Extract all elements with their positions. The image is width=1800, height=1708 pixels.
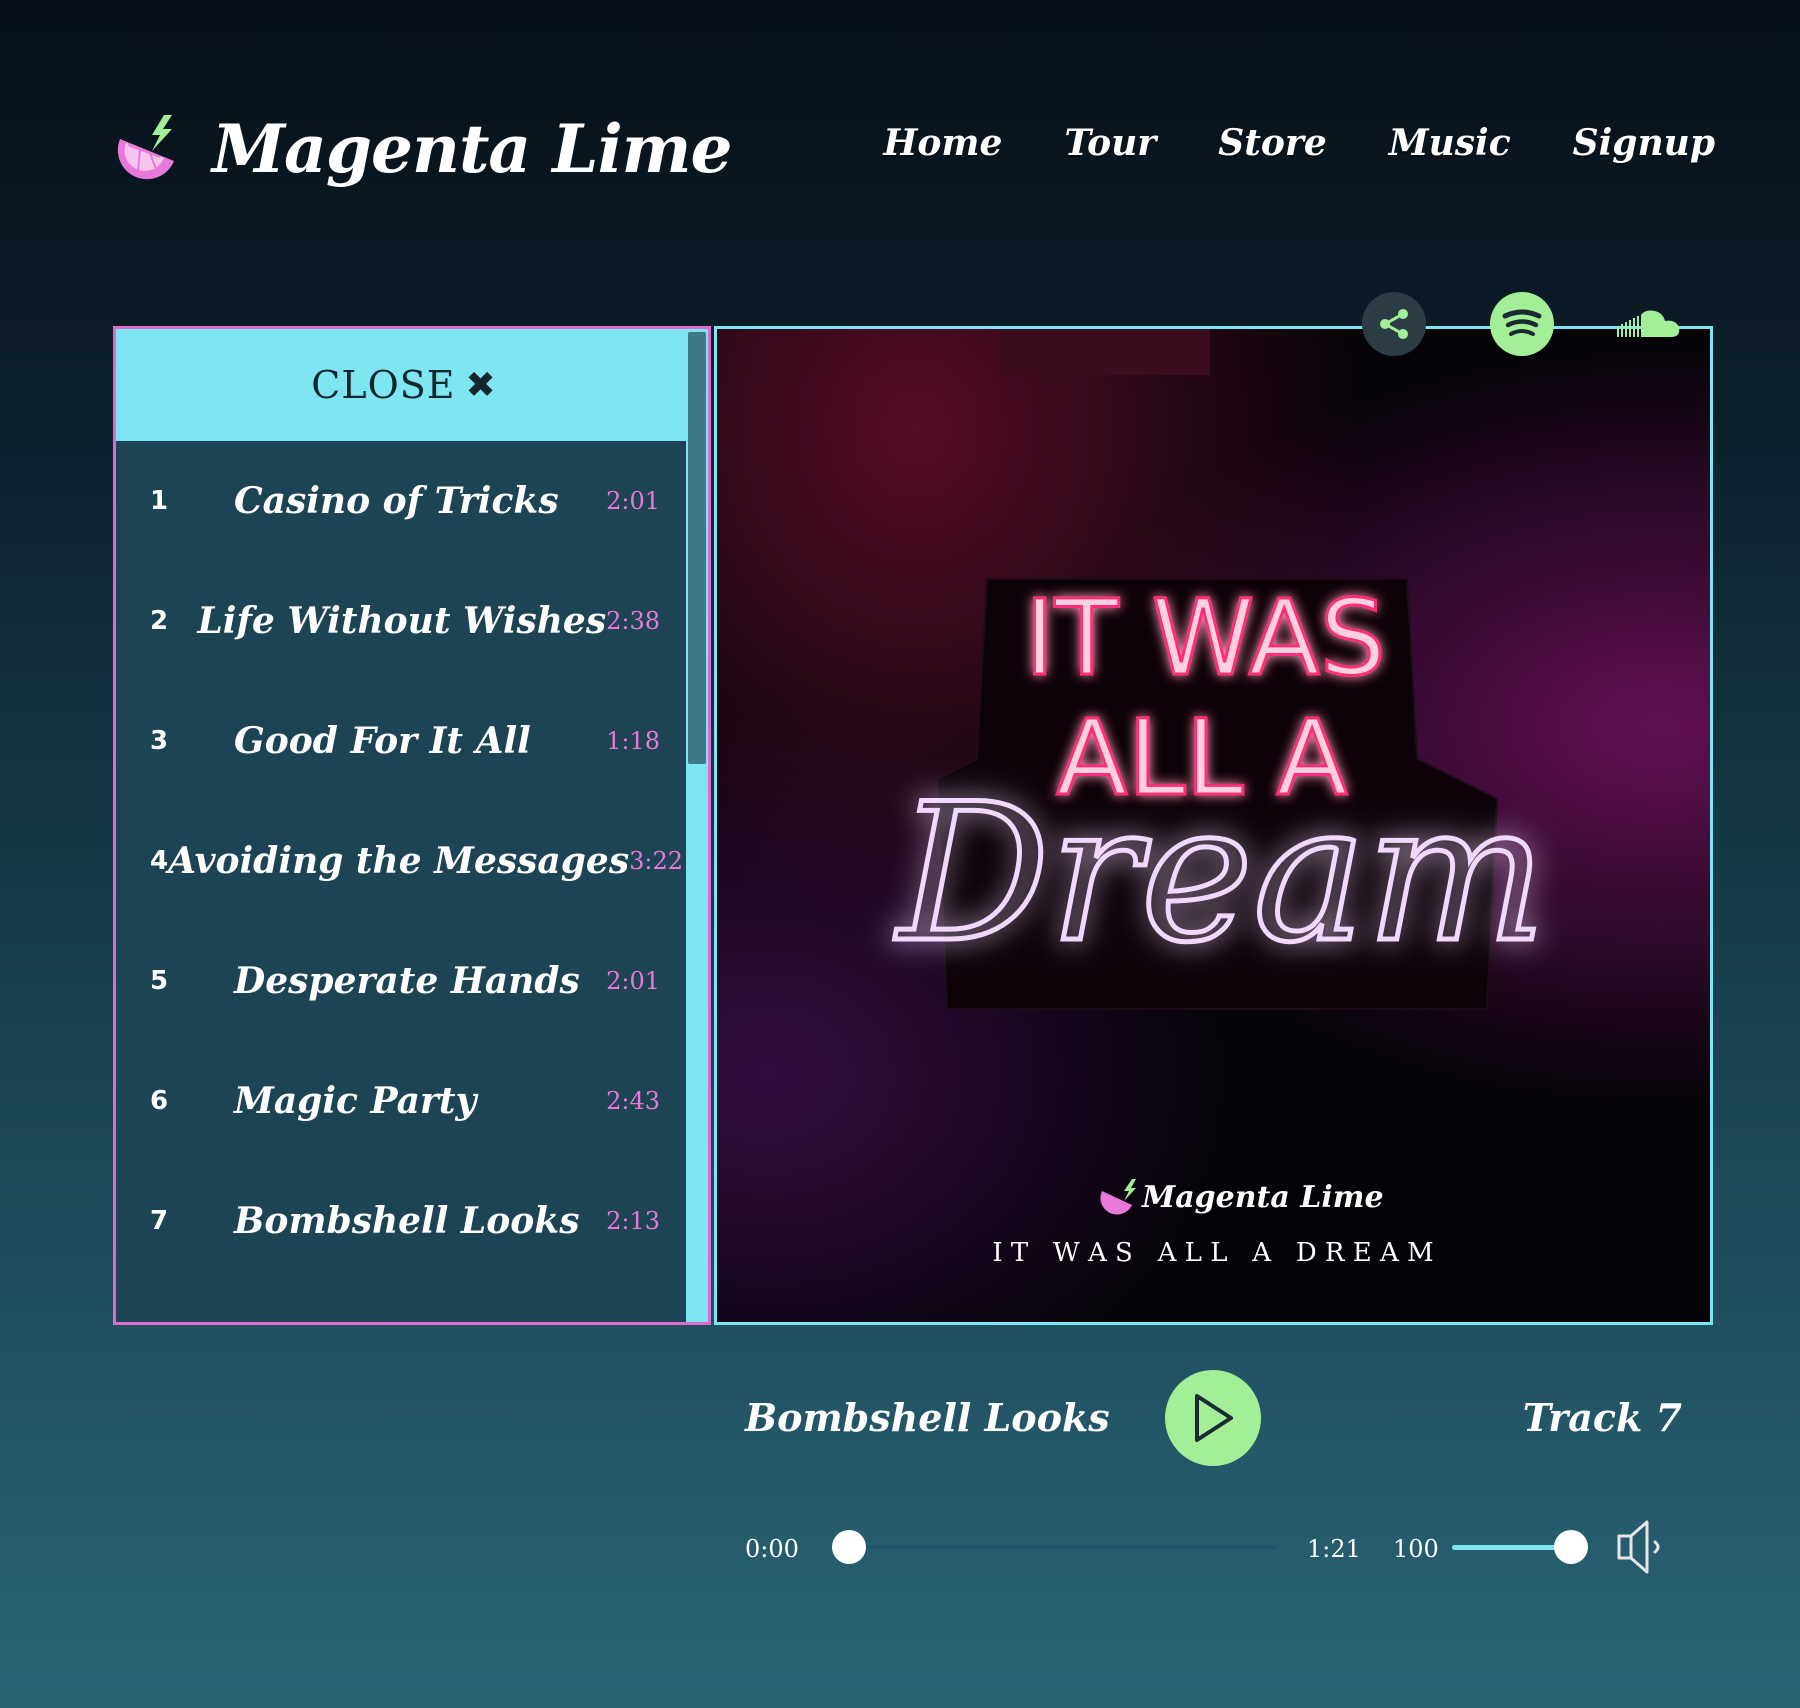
track-row-1[interactable]: 1 Casino of Tricks 2:01 bbox=[116, 441, 692, 561]
track-row-2[interactable]: 2 Life Without Wishes 2:38 bbox=[116, 561, 692, 681]
volume-value: 100 bbox=[1393, 1535, 1439, 1563]
nav-tour[interactable]: Tour bbox=[1064, 122, 1156, 164]
close-label: CLOSE bbox=[311, 363, 456, 407]
sign-line-1: IT WAS bbox=[1024, 577, 1386, 699]
play-button[interactable] bbox=[1165, 1370, 1261, 1466]
spotify-icon bbox=[1502, 309, 1542, 336]
track-row-4[interactable]: 4 Avoiding the Messages 3:22 bbox=[116, 801, 692, 921]
track-duration: 2:43 bbox=[606, 1087, 660, 1115]
track-number: 5 bbox=[150, 966, 169, 996]
track-title: Casino of Tricks bbox=[234, 480, 559, 522]
share-icon bbox=[1380, 309, 1408, 339]
close-x-icon: ✖ bbox=[465, 364, 497, 406]
volume-handle[interactable] bbox=[1554, 1530, 1588, 1564]
time-current: 0:00 bbox=[745, 1535, 799, 1563]
playlist-panel: CLOSE ✖ 1 Casino of Tricks 2:01 2 Life W… bbox=[113, 326, 711, 1325]
track-duration: 2:01 bbox=[606, 487, 660, 515]
seek-slider[interactable] bbox=[832, 1530, 1277, 1564]
track-number: 2 bbox=[150, 606, 169, 636]
nav-home[interactable]: Home bbox=[883, 122, 1002, 164]
track-row-7[interactable]: 7 Bombshell Looks 2:13 bbox=[116, 1161, 692, 1281]
track-title: Good For It All bbox=[234, 720, 531, 762]
sign-line-3: Dream bbox=[894, 763, 1546, 984]
album-brand-logo-icon bbox=[1100, 1179, 1136, 1215]
time-total: 1:21 bbox=[1307, 1535, 1361, 1563]
play-icon bbox=[1195, 1394, 1233, 1442]
track-duration: 3:22 bbox=[629, 847, 684, 875]
album-art: IT WAS ALL A Dream Magenta Lime I T W A … bbox=[714, 326, 1713, 1325]
track-row-5[interactable]: 5 Desperate Hands 2:01 bbox=[116, 921, 692, 1041]
track-duration: 2:01 bbox=[606, 967, 660, 995]
speaker-icon bbox=[1617, 1520, 1660, 1574]
scrollbar-thumb[interactable] bbox=[688, 332, 706, 764]
playlist-scrollbar[interactable] bbox=[686, 329, 708, 1322]
nav-store[interactable]: Store bbox=[1218, 122, 1327, 164]
seek-handle[interactable] bbox=[832, 1530, 866, 1564]
track-title: Bombshell Looks bbox=[234, 1200, 580, 1242]
track-number-label: Track 7 bbox=[1522, 1395, 1682, 1440]
mute-button[interactable] bbox=[1615, 1516, 1675, 1582]
track-number: 7 bbox=[150, 1206, 169, 1236]
track-number: 1 bbox=[150, 486, 169, 516]
album-brand: Magenta Lime bbox=[1141, 1180, 1384, 1215]
track-title: Avoiding the Messages bbox=[168, 840, 630, 882]
now-playing-title: Bombshell Looks bbox=[745, 1395, 1110, 1440]
soundcloud-icon bbox=[1617, 310, 1680, 337]
brand[interactable]: Magenta Lime bbox=[112, 110, 732, 188]
track-title: Magic Party bbox=[234, 1080, 477, 1122]
track-row-6[interactable]: 6 Magic Party 2:43 bbox=[116, 1041, 692, 1161]
lime-lightning-logo-icon bbox=[117, 115, 174, 180]
seek-track bbox=[832, 1545, 1277, 1549]
album-art-image: IT WAS ALL A Dream Magenta Lime I T W A … bbox=[892, 329, 1549, 1268]
share-button[interactable] bbox=[1362, 292, 1426, 356]
track-row-3[interactable]: 3 Good For It All 1:18 bbox=[116, 681, 692, 801]
track-title: Desperate Hands bbox=[234, 960, 580, 1002]
track-number: 4 bbox=[150, 846, 169, 876]
brand-name: Magenta Lime bbox=[212, 110, 732, 188]
close-button[interactable]: CLOSE ✖ bbox=[116, 329, 692, 441]
volume-slider[interactable] bbox=[1452, 1530, 1588, 1564]
track-duration: 2:13 bbox=[606, 1207, 660, 1235]
track-number: 3 bbox=[150, 726, 169, 756]
nav-music[interactable]: Music bbox=[1389, 122, 1511, 164]
track-duration: 1:18 bbox=[606, 727, 660, 755]
spotify-button[interactable] bbox=[1490, 292, 1554, 356]
track-title: Life Without Wishes bbox=[197, 600, 607, 642]
track-list: 1 Casino of Tricks 2:01 2 Life Without W… bbox=[116, 441, 692, 1281]
album-title: I T W A S A L L A D R E A M bbox=[992, 1238, 1433, 1268]
main-nav: Home Tour Store Music Signup bbox=[883, 122, 1715, 164]
track-duration: 2:38 bbox=[606, 607, 660, 635]
nav-signup[interactable]: Signup bbox=[1573, 122, 1715, 164]
soundcloud-button[interactable] bbox=[1614, 292, 1684, 356]
track-number: 6 bbox=[150, 1086, 169, 1116]
